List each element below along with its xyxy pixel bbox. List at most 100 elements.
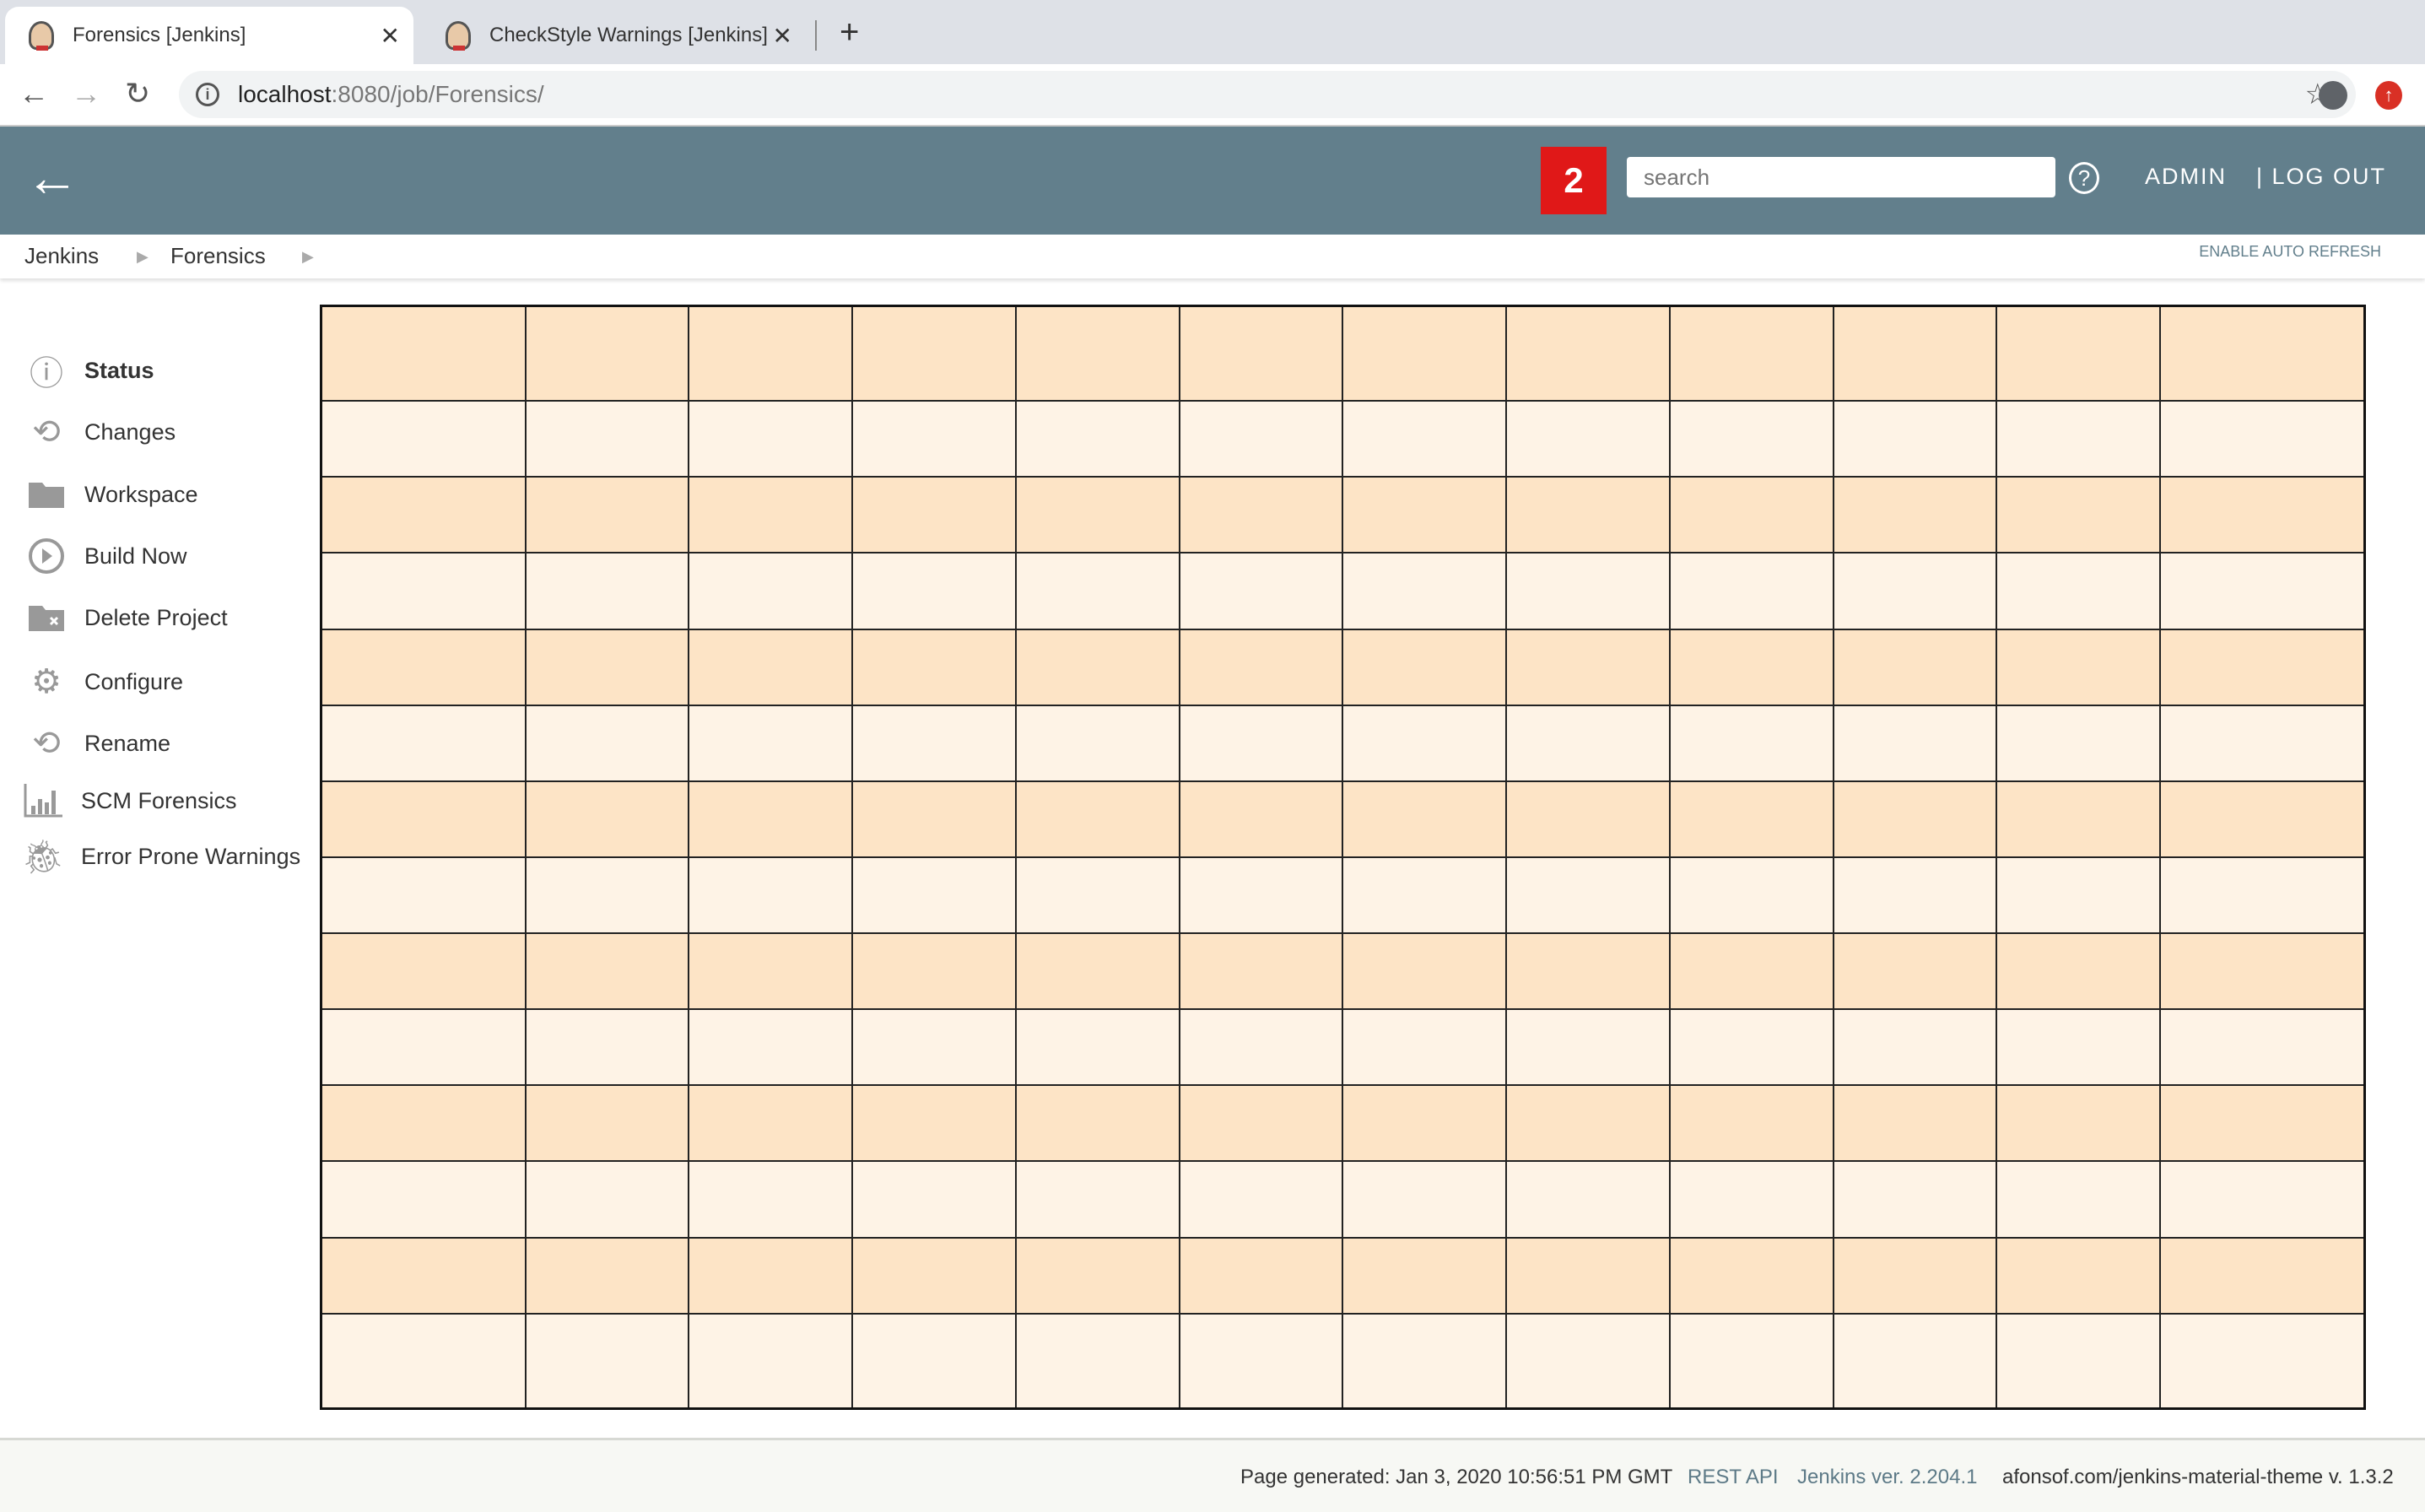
close-tab-icon[interactable]: ✕: [381, 22, 400, 50]
table-cell: [1668, 932, 1834, 1011]
table-cell: [851, 1084, 1017, 1163]
table-cell: [524, 932, 690, 1011]
account-icon[interactable]: [2319, 81, 2347, 110]
table-cell: [320, 856, 527, 935]
new-tab-button[interactable]: +: [840, 14, 859, 51]
sidebar-item-build-now[interactable]: Build Now: [25, 535, 187, 577]
table-cell: [1505, 1160, 1671, 1239]
theme-link[interactable]: afonsof.com/jenkins-material-theme v. 1.…: [2002, 1466, 2394, 1489]
table-cell: [2159, 305, 2366, 402]
table-cell: [524, 1236, 690, 1315]
enable-auto-refresh-link[interactable]: ENABLE AUTO REFRESH: [2199, 243, 2381, 261]
table-cell: [688, 704, 854, 782]
admin-link[interactable]: ADMIN: [2145, 164, 2227, 190]
tab-forensics[interactable]: Forensics [Jenkins] ✕: [5, 7, 413, 64]
table-cell: [1505, 628, 1671, 706]
table-cell: [1832, 552, 1998, 630]
table-cell: [524, 856, 690, 935]
table-cell: [1668, 1008, 1834, 1087]
site-info-icon[interactable]: i: [196, 83, 219, 106]
sidebar-item-label: Build Now: [84, 543, 187, 569]
sidebar-item-workspace[interactable]: Workspace: [25, 473, 198, 516]
table-cell: [1014, 856, 1180, 935]
table-cell: [1178, 1008, 1344, 1087]
table-cell: [1996, 628, 2162, 706]
back-nav-icon[interactable]: ←: [19, 76, 49, 111]
table-cell: [1342, 1312, 1508, 1410]
sidebar-item-rename[interactable]: ⟲ Rename: [25, 722, 170, 764]
table-row: [320, 552, 2366, 630]
table-cell: [851, 1312, 1017, 1410]
table-row: [320, 1008, 2366, 1087]
sidebar-item-error-prone-warnings[interactable]: 🐞︎ Error Prone Warnings: [22, 835, 300, 878]
table-cell: [851, 856, 1017, 935]
history-icon: ⟲: [32, 413, 61, 451]
table-cell: [1178, 856, 1344, 935]
page-generated-text: Page generated: Jan 3, 2020 10:56:51 PM …: [1240, 1466, 1673, 1488]
table-cell: [1668, 400, 1834, 478]
rest-api-link[interactable]: REST API: [1688, 1466, 1779, 1489]
table-cell: [524, 1008, 690, 1087]
tab-checkstyle[interactable]: CheckStyle Warnings [Jenkins] ✕: [422, 7, 806, 64]
table-cell: [524, 1084, 690, 1163]
sidebar-item-scm-forensics[interactable]: SCM Forensics: [22, 780, 237, 822]
jenkins-version-link[interactable]: Jenkins ver. 2.204.1: [1797, 1466, 1977, 1489]
search-input[interactable]: [1627, 157, 2055, 197]
breadcrumb-arrow-icon[interactable]: ▶: [137, 248, 149, 266]
sidebar-item-changes[interactable]: ⟲ Changes: [25, 411, 176, 453]
table-cell: [320, 704, 527, 782]
table-cell: [1342, 1160, 1508, 1239]
table-cell: [320, 1008, 527, 1087]
table-cell: [1996, 704, 2162, 782]
table-cell: [851, 476, 1017, 554]
table-cell: [1178, 1160, 1344, 1239]
table-cell: [851, 932, 1017, 1011]
tab-title: Forensics [Jenkins]: [73, 24, 246, 46]
table-cell: [2159, 400, 2366, 478]
sidebar-item-status[interactable]: ⓘ Status: [25, 349, 154, 392]
table-cell: [1342, 476, 1508, 554]
reload-icon[interactable]: ↻: [125, 76, 150, 111]
breadcrumb-forensics[interactable]: Forensics: [170, 243, 266, 269]
breadcrumb-arrow-icon[interactable]: ▶: [302, 248, 314, 266]
sidebar-item-configure[interactable]: ⚙ Configure: [25, 661, 183, 703]
update-icon[interactable]: ↑: [2375, 81, 2402, 110]
table-row: [320, 856, 2366, 935]
table-cell: [1178, 476, 1344, 554]
table-cell: [1832, 400, 1998, 478]
table-cell: [1832, 780, 1998, 858]
footer: Page generated: Jan 3, 2020 10:56:51 PM …: [0, 1438, 2425, 1512]
table-row: [320, 780, 2366, 858]
table-cell: [1668, 628, 1834, 706]
play-icon: [25, 537, 68, 575]
notification-badge[interactable]: 2: [1541, 147, 1607, 214]
table-cell: [1014, 552, 1180, 630]
table-row: [320, 400, 2366, 478]
table-cell: [1178, 552, 1344, 630]
bug-icon: 🐞︎: [21, 838, 65, 876]
sidebar-item-delete-project[interactable]: Delete Project: [25, 597, 228, 639]
table-cell: [524, 1160, 690, 1239]
table-cell: [1996, 1084, 2162, 1163]
breadcrumb-jenkins[interactable]: Jenkins: [24, 243, 99, 269]
table-cell: [1668, 1236, 1834, 1315]
table-cell: [851, 1160, 1017, 1239]
table-cell: [2159, 1160, 2366, 1239]
logout-link[interactable]: | LOG OUT: [2256, 164, 2386, 190]
tab-title: CheckStyle Warnings [Jenkins]: [489, 24, 768, 46]
table-cell: [1342, 552, 1508, 630]
table-cell: [851, 400, 1017, 478]
forward-nav-icon[interactable]: →: [71, 76, 101, 111]
table-cell: [1996, 1160, 2162, 1239]
table-cell: [1178, 704, 1344, 782]
help-icon[interactable]: ?: [2069, 162, 2099, 194]
back-arrow-icon[interactable]: ←: [25, 150, 79, 204]
table-cell: [851, 628, 1017, 706]
url-input[interactable]: i localhost:8080/job/Forensics/ ☆: [179, 71, 2356, 118]
table-cell: [1505, 856, 1671, 935]
table-cell: [320, 305, 527, 402]
table-cell: [1832, 476, 1998, 554]
table-cell: [320, 780, 527, 858]
close-tab-icon[interactable]: ✕: [773, 22, 792, 50]
url-text: localhost:8080/job/Forensics/: [238, 81, 544, 108]
